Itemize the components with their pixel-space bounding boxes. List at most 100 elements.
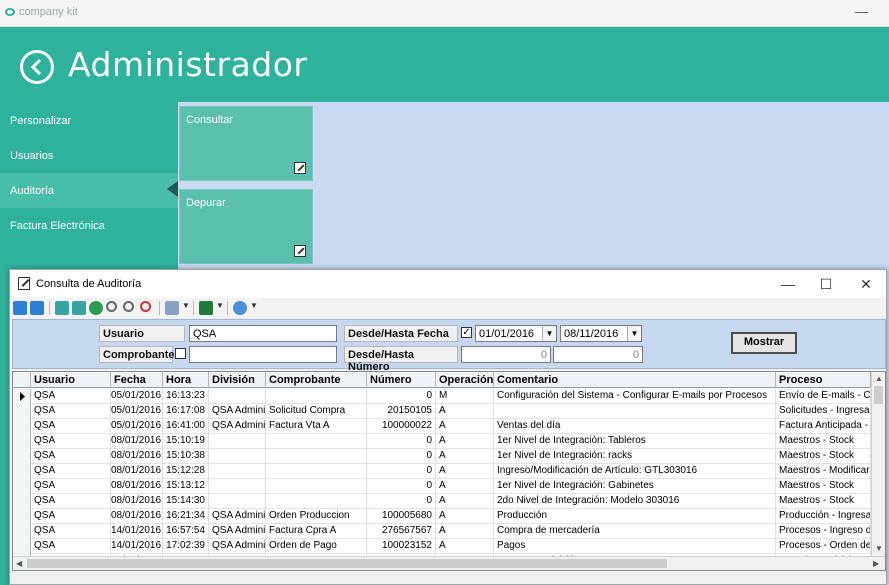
- sidebar-item-factura-electronica[interactable]: Factura Electrónica: [0, 208, 178, 243]
- search-clear-icon[interactable]: [140, 301, 151, 312]
- scroll-left-icon[interactable]: ◀: [16, 559, 22, 568]
- cell-operacion: A: [436, 464, 494, 479]
- chevron-down-icon[interactable]: ▼: [627, 326, 641, 341]
- scroll-down-icon[interactable]: ▼: [875, 544, 883, 553]
- row-selector[interactable]: [13, 494, 31, 509]
- row-selector[interactable]: [13, 464, 31, 479]
- back-button[interactable]: [20, 50, 54, 84]
- dialog-minimize-button[interactable]: —: [778, 276, 798, 292]
- sort-desc-icon[interactable]: [72, 301, 86, 315]
- table-row[interactable]: QSA 05/01/2016 16:41:00 QSA Adminis Factura …: [13, 419, 873, 434]
- column-header-operacion[interactable]: Operación: [436, 372, 494, 388]
- comprobante-input[interactable]: [189, 346, 337, 363]
- edit-icon: [18, 277, 30, 290]
- filter-panel: Usuario QSA Comprobante Desde/Hasta Fech…: [12, 319, 886, 373]
- table-row[interactable]: QSA 08/01/2016 15:10:19 0 A 1er Nivel de Inte…: [13, 434, 873, 449]
- dialog-titlebar: Consulta de Auditoría — ☐ ✕: [10, 270, 886, 298]
- chevron-down-icon[interactable]: ▼: [216, 301, 224, 310]
- cell-comentario: Compra de mercadería: [494, 524, 776, 539]
- column-header-comentario[interactable]: Comentario: [494, 372, 776, 388]
- numero-hasta-input[interactable]: 0: [553, 346, 643, 363]
- cell-proceso: Procesos - Orden de: [776, 539, 871, 554]
- sort-asc-icon[interactable]: [55, 301, 69, 315]
- row-selector[interactable]: [13, 419, 31, 434]
- sidebar-item-usuarios[interactable]: Usuarios: [0, 138, 178, 173]
- cell-usuario: QSA: [31, 479, 111, 494]
- chevron-left-icon: [30, 58, 42, 76]
- current-row-indicator-icon[interactable]: [13, 389, 31, 404]
- cell-division: [209, 479, 266, 494]
- cell-numero: 0: [367, 449, 436, 464]
- undo-icon[interactable]: [89, 301, 103, 315]
- tile-consultar[interactable]: Consultar: [179, 106, 313, 181]
- toolbar-separator: [193, 301, 194, 315]
- print-icon[interactable]: [165, 301, 179, 315]
- nav-first-icon[interactable]: [13, 301, 27, 315]
- app-minimize-button[interactable]: —: [855, 4, 868, 19]
- row-selector[interactable]: [13, 404, 31, 419]
- scroll-right-icon[interactable]: ▶: [873, 559, 879, 568]
- column-header-proceso[interactable]: Proceso: [776, 372, 871, 388]
- nav-next-icon[interactable]: [30, 301, 44, 315]
- cell-proceso: Maestros - Stock: [776, 494, 871, 509]
- toolbar-separator: [49, 301, 50, 315]
- audit-grid[interactable]: Usuario Fecha Hora División Comprobante Númer…: [12, 371, 886, 571]
- chevron-down-icon[interactable]: ▼: [182, 301, 190, 310]
- chevron-down-icon[interactable]: ▼: [250, 301, 258, 310]
- column-header-division[interactable]: División: [209, 372, 266, 388]
- cell-usuario: QSA: [31, 389, 111, 404]
- column-header-hora[interactable]: Hora: [163, 372, 209, 388]
- sidebar-item-personalizar[interactable]: Personalizar: [0, 103, 178, 138]
- cell-hora: 15:10:38: [163, 449, 209, 464]
- vertical-scrollbar[interactable]: ▲ ▼: [871, 372, 885, 556]
- table-row[interactable]: QSA 14/01/2016 17:02:39 QSA Adminis Orden de…: [13, 539, 873, 554]
- scroll-thumb[interactable]: [27, 559, 667, 568]
- usuario-input[interactable]: QSA: [189, 325, 337, 342]
- table-row[interactable]: QSA 08/01/2016 15:10:38 0 A 1er Nivel de Inte…: [13, 449, 873, 464]
- search-next-icon[interactable]: [123, 301, 134, 312]
- table-row[interactable]: QSA 08/01/2016 15:12:28 0 A Ingreso/Modificac…: [13, 464, 873, 479]
- row-selector[interactable]: [13, 539, 31, 554]
- app-logo-icon: [5, 8, 15, 16]
- table-row[interactable]: QSA 14/01/2016 16:57:54 QSA Adminis Factura …: [13, 524, 873, 539]
- row-selector[interactable]: [13, 509, 31, 524]
- dialog-maximize-button[interactable]: ☐: [816, 276, 836, 293]
- table-row[interactable]: QSA 08/01/2016 15:14:30 0 A 2do Nivel de Inte…: [13, 494, 873, 509]
- row-selector[interactable]: [13, 434, 31, 449]
- column-header-numero[interactable]: Número: [367, 372, 436, 388]
- sidebar-item-auditoria[interactable]: Auditoría: [0, 173, 178, 208]
- fecha-hasta-picker[interactable]: 08/11/2016 ▼: [560, 325, 642, 342]
- row-selector[interactable]: [13, 449, 31, 464]
- sidebar-item-label: Auditoría: [10, 185, 55, 197]
- fecha-hasta-value: 08/11/2016: [564, 328, 619, 340]
- chevron-down-icon[interactable]: ▼: [542, 326, 556, 341]
- table-row[interactable]: QSA 05/01/2016 16:17:08 QSA Adminis Solicitu…: [13, 404, 873, 419]
- search-icon[interactable]: [106, 301, 117, 312]
- cell-proceso: Maestros - Modificar A: [776, 464, 871, 479]
- row-selector[interactable]: [13, 524, 31, 539]
- horizontal-scrollbar[interactable]: ◀ ▶: [13, 556, 885, 570]
- fecha-checkbox[interactable]: ✓: [461, 327, 472, 338]
- scroll-up-icon[interactable]: ▲: [875, 374, 883, 383]
- fecha-desde-picker[interactable]: 01/01/2016 ▼: [475, 325, 557, 342]
- tile-depurar[interactable]: Depurar: [179, 189, 313, 264]
- comprobante-checkbox[interactable]: [175, 348, 186, 359]
- cell-hora: 15:12:28: [163, 464, 209, 479]
- dialog-close-button[interactable]: ✕: [856, 276, 876, 293]
- table-row[interactable]: QSA 05/01/2016 16:13:23 0 M Configuración del…: [13, 389, 873, 404]
- cell-division: QSA Adminis: [209, 419, 266, 434]
- cell-usuario: QSA: [31, 419, 111, 434]
- tile-label: Consultar: [186, 114, 234, 126]
- table-row[interactable]: QSA 08/01/2016 15:13:12 0 A 1er Nivel de Inte…: [13, 479, 873, 494]
- row-selector[interactable]: [13, 479, 31, 494]
- numero-desde-input[interactable]: 0: [461, 346, 551, 363]
- scroll-thumb[interactable]: [874, 386, 883, 404]
- excel-icon[interactable]: [199, 301, 213, 315]
- column-header-usuario[interactable]: Usuario: [31, 372, 111, 388]
- column-header-fecha[interactable]: Fecha: [111, 372, 163, 388]
- globe-icon[interactable]: [233, 301, 247, 315]
- mostrar-button[interactable]: Mostrar: [731, 332, 797, 354]
- cell-hora: 16:13:23: [163, 389, 209, 404]
- table-row[interactable]: QSA 08/01/2016 16:21:34 QSA Adminis Orden Pr…: [13, 509, 873, 524]
- column-header-comprobante[interactable]: Comprobante: [266, 372, 367, 388]
